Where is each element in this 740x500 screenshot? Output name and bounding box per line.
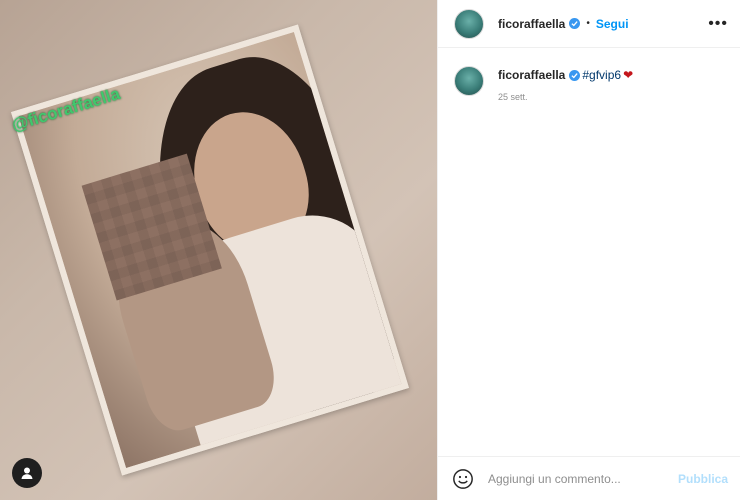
- add-comment-bar: Pubblica: [438, 456, 740, 500]
- heart-emoji: ❤: [623, 68, 634, 82]
- check-icon: [571, 21, 578, 27]
- caption-avatar[interactable]: [454, 66, 484, 96]
- caption-line: ficoraffaella #gfvip6 ❤: [498, 66, 633, 84]
- header-username[interactable]: ficoraffaella: [498, 17, 565, 31]
- user-icon: [21, 467, 33, 479]
- post-media[interactable]: @ficoraffaella: [0, 0, 437, 500]
- verified-badge-icon: [569, 18, 581, 29]
- smiley-icon[interactable]: [452, 468, 474, 490]
- publish-button[interactable]: Pubblica: [678, 472, 728, 486]
- caption-comment: ficoraffaella #gfvip6 ❤ 25 sett.: [438, 48, 740, 102]
- avatar[interactable]: [454, 8, 484, 39]
- check-icon: [571, 72, 578, 78]
- post-sidebar: ficoraffaella • Segui ••• ficoraffaella …: [437, 0, 740, 500]
- follow-button[interactable]: Segui: [596, 17, 629, 31]
- caption-username[interactable]: ficoraffaella: [498, 68, 565, 82]
- caption-verified-badge-icon: [569, 69, 581, 81]
- comment-input[interactable]: [488, 471, 658, 486]
- caption-hashtag[interactable]: #gfvip6: [582, 68, 621, 82]
- post-header: ficoraffaella • Segui •••: [438, 0, 740, 48]
- tagged-user-icon[interactable]: [12, 458, 42, 488]
- post-timestamp[interactable]: 25 sett.: [498, 92, 633, 102]
- caption-body: ficoraffaella #gfvip6 ❤ 25 sett.: [498, 66, 633, 102]
- post-photo: [11, 24, 409, 476]
- header-separator: •: [586, 18, 590, 29]
- more-options-icon[interactable]: •••: [708, 15, 728, 33]
